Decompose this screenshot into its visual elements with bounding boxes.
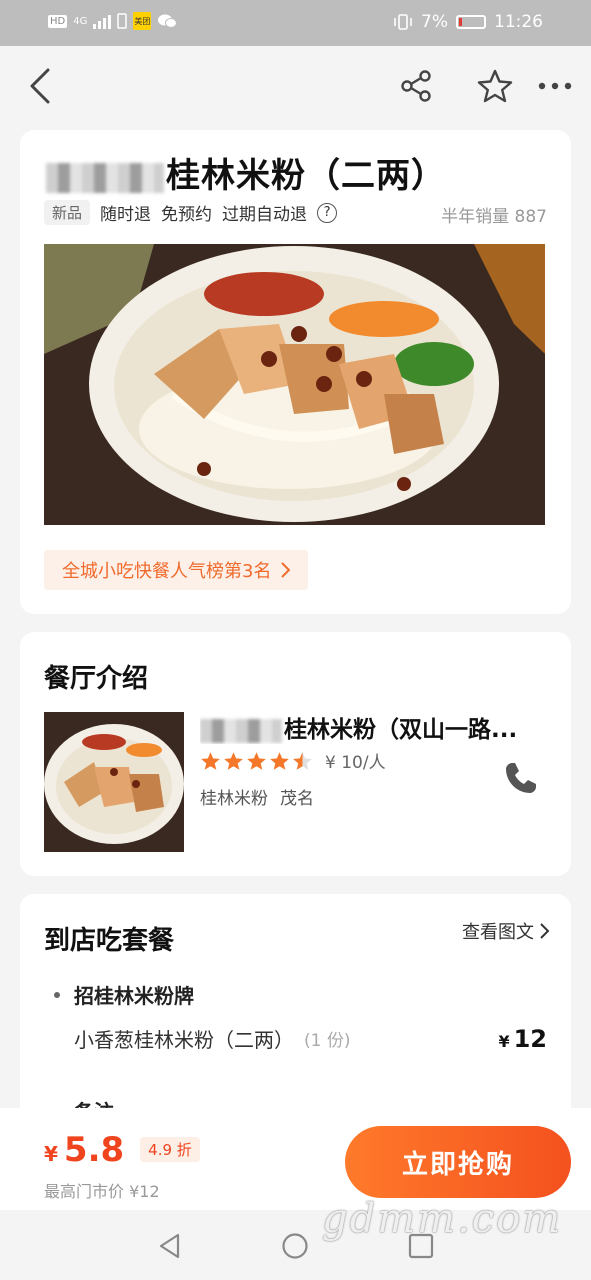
restaurant-thumbnail[interactable] xyxy=(44,712,184,852)
star-filled-icon xyxy=(201,751,220,770)
restaurant-section-title: 餐厅介绍 xyxy=(44,664,149,694)
discount-badge: 4.9 折 xyxy=(140,1137,200,1162)
new-tag: 新品 xyxy=(44,200,91,225)
restaurant-category: 桂林米粉 xyxy=(200,789,268,809)
blurred-brand xyxy=(200,718,282,743)
sim-icon xyxy=(117,13,128,29)
battery-percent: 7% xyxy=(421,12,448,32)
back-arrow-icon xyxy=(30,68,50,104)
status-bar: HD 4G 美团 7% 11:26 xyxy=(0,0,591,46)
product-title: 桂林米粉（二两） xyxy=(46,148,446,197)
status-left: HD 4G 美团 xyxy=(48,12,178,30)
policy-anytime-refund: 随时退 xyxy=(100,205,152,225)
product-card: 桂林米粉（二两） 新品 随时退 免预约 过期自动退 ? 半年销量 887 全城小… xyxy=(20,130,571,614)
product-title-text: 桂林米粉（二两） xyxy=(166,156,446,196)
star-outline-icon xyxy=(477,69,513,103)
wechat-icon xyxy=(158,14,178,28)
vibrate-icon xyxy=(394,14,412,30)
back-button[interactable] xyxy=(18,64,62,108)
site-watermark: gdmm.com xyxy=(322,1196,563,1242)
sale-price: ¥ 5.8 4.9 折 xyxy=(44,1130,200,1170)
restaurant-card: 餐厅介绍 桂林米粉（双山一路... ¥ 10/人 桂林米粉 茂名 xyxy=(20,632,571,876)
favorite-button[interactable] xyxy=(473,64,517,108)
share-button[interactable] xyxy=(394,64,438,108)
package-group-label: 招桂林米粉牌 xyxy=(74,984,194,1008)
package-item-price: ¥12 xyxy=(498,1025,547,1053)
restaurant-name-text: 桂林米粉（双山一路... xyxy=(284,717,518,743)
sales-count: 半年销量 887 xyxy=(441,207,547,227)
purchase-bar: ¥ 5.8 4.9 折 最高门市价 ¥12 立即抢购 xyxy=(0,1108,591,1210)
bullet-dot xyxy=(54,991,60,998)
package-card: 到店吃套餐 查看图文 招桂林米粉牌 小香葱桂林米粉（二两） (1 份) ¥12 … xyxy=(20,894,571,1134)
policy-tags: 新品 随时退 免预约 过期自动退 ? xyxy=(44,200,338,225)
package-section-title: 到店吃套餐 xyxy=(44,926,175,956)
battery-icon xyxy=(456,15,486,29)
chevron-right-icon xyxy=(281,562,291,578)
phone-icon xyxy=(506,763,536,793)
price-per-person: ¥ 10/人 xyxy=(325,753,386,773)
rating-stars: ¥ 10/人 xyxy=(200,748,386,773)
restaurant-categories: 桂林米粉 茂名 xyxy=(200,784,314,809)
sale-price-value: 5.8 xyxy=(63,1130,125,1170)
more-dots-icon xyxy=(538,82,572,90)
ranking-badge[interactable]: 全城小吃快餐人气榜第3名 xyxy=(44,550,309,590)
help-icon[interactable]: ? xyxy=(317,202,338,223)
system-home-icon[interactable] xyxy=(281,1232,309,1260)
system-back-icon[interactable] xyxy=(156,1232,184,1260)
package-item-name: 小香葱桂林米粉（二两） xyxy=(74,1028,294,1052)
policy-auto-refund: 过期自动退 xyxy=(222,205,308,225)
restaurant-name[interactable]: 桂林米粉（双山一路... xyxy=(200,710,540,744)
buy-now-button[interactable]: 立即抢购 xyxy=(345,1126,571,1198)
more-button[interactable] xyxy=(533,64,577,108)
star-filled-icon xyxy=(247,751,266,770)
policy-no-booking: 免预约 xyxy=(161,205,213,225)
currency-symbol: ¥ xyxy=(498,1031,510,1051)
restaurant-district: 茂名 xyxy=(280,789,314,809)
package-group-title: 招桂林米粉牌 xyxy=(54,980,194,1009)
chevron-right-icon xyxy=(540,923,549,939)
view-details-label: 查看图文 xyxy=(462,922,534,943)
package-item-row: 小香葱桂林米粉（二两） (1 份) ¥12 xyxy=(74,1024,547,1053)
ranking-text: 全城小吃快餐人气榜第3名 xyxy=(62,561,272,582)
star-half-icon xyxy=(293,751,312,770)
hd-indicator: HD xyxy=(48,14,68,28)
clock: 11:26 xyxy=(494,12,543,32)
original-price: 最高门市价 ¥12 xyxy=(44,1182,160,1201)
meituan-app-badge: 美团 xyxy=(133,12,152,30)
status-right: 7% 11:26 xyxy=(393,12,543,32)
blurred-brand xyxy=(46,162,164,193)
dish-photo[interactable] xyxy=(44,244,545,525)
view-details-link[interactable]: 查看图文 xyxy=(462,918,549,944)
star-filled-icon xyxy=(270,751,289,770)
share-icon xyxy=(401,70,431,102)
currency-symbol: ¥ xyxy=(44,1142,58,1166)
restaurant-thumbnail-image xyxy=(44,712,184,852)
rice-noodle-bowl-image xyxy=(44,244,545,525)
call-button[interactable] xyxy=(501,758,541,798)
top-nav xyxy=(0,46,591,128)
package-item-qty: (1 份) xyxy=(304,1031,351,1051)
network-type: 4G xyxy=(73,15,88,27)
star-filled-icon xyxy=(224,751,243,770)
signal-icon xyxy=(93,13,112,29)
package-item-price-value: 12 xyxy=(513,1024,547,1053)
